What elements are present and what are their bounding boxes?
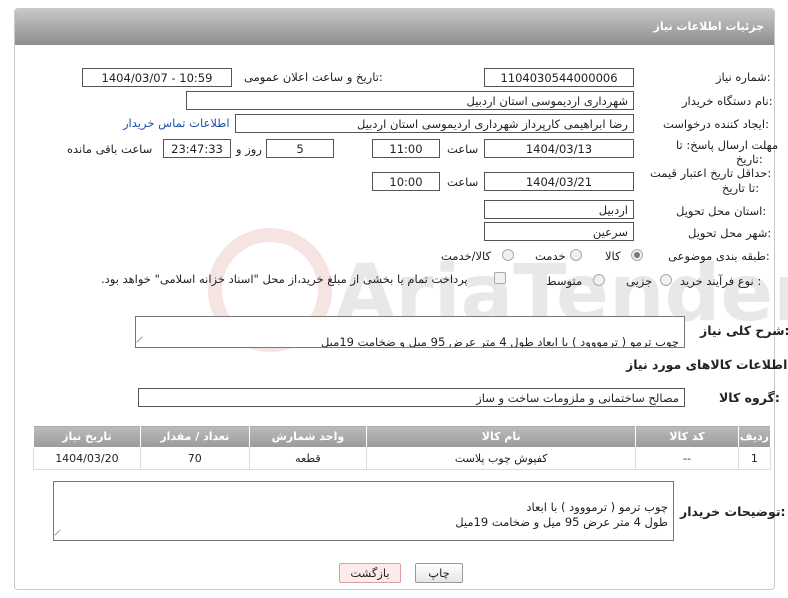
- print-button[interactable]: چاپ: [415, 563, 463, 583]
- category-label: طبقه بندی موضوعی:: [668, 249, 770, 263]
- category-radio-goods-service[interactable]: [502, 249, 514, 261]
- cell-name: کفپوش چوب پلاست: [366, 447, 637, 470]
- creator-label: ایجاد کننده درخواست:: [663, 117, 769, 131]
- buyer-notes-textarea: چوب ترمو ( ترمووود ) با ابعاد طول 4 متر …: [53, 481, 674, 541]
- description-label: شرح کلی نیاز:: [700, 323, 788, 338]
- goods-table-header: ردیف کد کالا نام کالا واحد شمارش تعداد /…: [33, 425, 772, 448]
- process-option-medium: متوسط: [546, 274, 583, 288]
- days-label: روز و: [236, 142, 262, 156]
- col-code: کد کالا: [635, 425, 739, 448]
- payment-note: پرداخت تمام یا بخشی از مبلغ خرید،از محل …: [101, 272, 468, 286]
- days-field: 5: [266, 139, 334, 158]
- description-textarea: چوب ترمو ( ترمووود ) با ابعاد طول 4 متر …: [135, 316, 685, 348]
- reply-deadline-label-2: تاریخ:: [736, 152, 763, 166]
- cell-date: 1404/03/20: [33, 447, 141, 470]
- cell-unit: قطعه: [248, 447, 368, 470]
- process-radio-medium[interactable]: [593, 274, 605, 286]
- process-radio-minor[interactable]: [660, 274, 672, 286]
- city-field: سرعین: [484, 222, 634, 241]
- col-date: تاریخ نیاز: [33, 425, 141, 448]
- buyer-contact-link[interactable]: اطلاعات تماس خریدار: [123, 116, 230, 130]
- goods-section-title: اطلاعات کالاهای مورد نیاز: [626, 357, 788, 372]
- price-date-field: 1404/03/21: [484, 172, 634, 191]
- buyer-org-label: نام دستگاه خریدار:: [682, 94, 773, 108]
- resize-handle[interactable]: [54, 529, 66, 540]
- province-field: اردبیل: [484, 200, 634, 219]
- city-label: شهر محل تحویل:: [688, 226, 772, 240]
- cell-row: 1: [737, 447, 772, 470]
- buyer-notes-label: توضیحات خریدار:: [680, 504, 786, 519]
- price-time-field: 10:00: [372, 172, 440, 191]
- resize-handle[interactable]: [136, 336, 148, 347]
- goods-table: ردیف کد کالا نام کالا واحد شمارش تعداد /…: [33, 425, 772, 470]
- col-qty: تعداد / مقدار: [139, 425, 250, 448]
- col-row: ردیف: [737, 425, 772, 448]
- price-valid-label: حداقل تاریخ اعتبار قیمت:: [650, 166, 772, 180]
- payment-checkbox[interactable]: [494, 272, 506, 284]
- category-option-goods-service: کالا/خدمت: [441, 249, 492, 263]
- category-option-goods: کالا: [605, 249, 621, 263]
- remaining-time-field: 23:47:33: [163, 139, 231, 158]
- table-row: 1 -- کفپوش چوب پلاست قطعه 70 1404/03/20: [33, 447, 772, 470]
- col-name: نام کالا: [366, 425, 637, 448]
- need-number-field: 1104030544000006: [484, 68, 634, 87]
- announce-date-label: تاریخ و ساعت اعلان عمومی:: [244, 70, 383, 84]
- price-hour-label: ساعت: [447, 175, 479, 189]
- province-label: استان محل تحویل:: [676, 204, 767, 218]
- reply-hour-label: ساعت: [447, 142, 479, 156]
- remaining-label: ساعت باقی مانده: [67, 142, 153, 156]
- category-option-service: خدمت: [535, 249, 566, 263]
- goods-group-field: مصالح ساختمانی و ملزومات ساخت و ساز: [138, 388, 685, 407]
- cell-qty: 70: [139, 447, 250, 470]
- page-title: جزئیات اطلاعات نیاز: [653, 20, 765, 33]
- panel-header: جزئیات اطلاعات نیاز: [15, 9, 774, 45]
- category-radio-service[interactable]: [570, 249, 582, 261]
- process-label: نوع فرآیند خرید :: [680, 274, 762, 288]
- category-radio-goods[interactable]: [631, 249, 643, 261]
- process-option-minor: جزیی: [626, 274, 653, 288]
- buyer-notes-text: چوب ترمو ( ترمووود ) با ابعاد طول 4 متر …: [455, 500, 668, 529]
- need-number-label: شماره نیاز:: [716, 70, 771, 84]
- reply-deadline-label: مهلت ارسال پاسخ: تا: [676, 138, 779, 152]
- buyer-org-field: شهرداری اردیموسی استان اردبیل: [186, 91, 634, 110]
- goods-group-label: گروه کالا:: [719, 390, 780, 405]
- reply-date-field: 1404/03/13: [484, 139, 634, 158]
- col-unit: واحد شمارش: [248, 425, 368, 448]
- creator-field: رضا ابراهیمی کارپرداز شهرداری اردیموسی ا…: [235, 114, 634, 133]
- cell-code: --: [635, 447, 739, 470]
- price-valid-label-2: تا تاریخ:: [722, 181, 760, 195]
- reply-time-field: 11:00: [372, 139, 440, 158]
- announce-date-field: 1404/03/07 - 10:59: [82, 68, 232, 87]
- description-text: چوب ترمو ( ترمووود ) با ابعاد طول 4 متر …: [320, 335, 679, 348]
- back-button[interactable]: بازگشت: [339, 563, 401, 583]
